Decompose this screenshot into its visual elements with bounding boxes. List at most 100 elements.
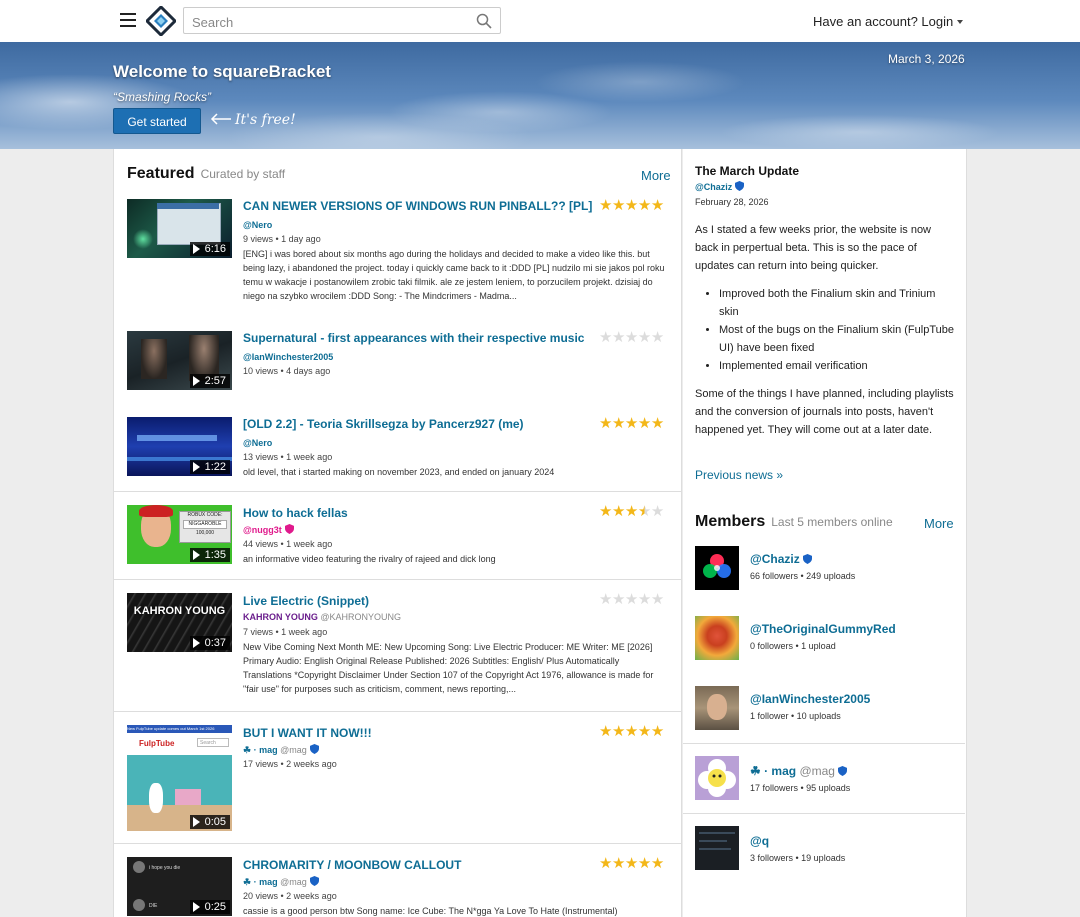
video-title[interactable]: [OLD 2.2] - Teoria Skrillsegza by Pancer… — [243, 417, 524, 431]
play-icon — [192, 244, 200, 254]
video-thumbnail[interactable]: 2:57 — [127, 331, 232, 390]
star-empty-icon: ★ — [650, 503, 664, 520]
star-half-icon: ★ — [637, 503, 651, 520]
featured-heading: Featured Curated by staff — [127, 165, 285, 183]
star-empty-icon: ★ — [599, 591, 612, 608]
avatar[interactable] — [695, 686, 739, 730]
video-author[interactable]: @IanWinchester2005 — [243, 352, 333, 362]
member-name[interactable]: @q — [750, 834, 769, 848]
banner-title: Welcome to squareBracket — [113, 62, 331, 81]
video-author[interactable]: @Nero — [243, 220, 272, 230]
video-thumbnail[interactable]: 6:16 — [127, 199, 232, 258]
star-rating: ★★★★★ — [599, 592, 664, 607]
sidebar: The March Update @Chaziz February 28, 20… — [683, 149, 967, 917]
thumbnail-glow — [133, 229, 153, 249]
star-full-icon: ★ — [624, 503, 638, 520]
arrow-left-icon — [210, 113, 231, 125]
thumbnail-person — [141, 339, 167, 379]
search-bar — [183, 7, 501, 34]
thumbnail-avatar — [133, 899, 145, 911]
menu-icon[interactable] — [120, 13, 136, 27]
avatar-line — [699, 848, 731, 850]
star-full-icon: ★ — [599, 503, 612, 520]
previous-news-link[interactable]: Previous news » — [695, 468, 783, 482]
search-input[interactable] — [190, 12, 474, 32]
video-author[interactable]: ☘ · mag @mag — [243, 876, 319, 888]
star-full-icon: ★ — [624, 723, 638, 740]
video-title[interactable]: BUT I WANT IT NOW!!! — [243, 726, 372, 740]
shield-badge-icon — [309, 744, 319, 754]
video-title[interactable]: Supernatural - first appearances with th… — [243, 331, 584, 345]
video-author[interactable]: @Nero — [243, 438, 272, 448]
star-empty-icon: ★ — [650, 329, 664, 346]
members-subtitle: Last 5 members online — [771, 515, 893, 529]
star-full-icon: ★ — [624, 415, 638, 432]
video-thumbnail[interactable]: New FulpTube update comes out March 1st … — [127, 725, 232, 831]
video-meta: 7 views • 1 week ago — [243, 627, 328, 637]
star-full-icon: ★ — [650, 723, 664, 740]
video-title[interactable]: How to hack fellas — [243, 506, 348, 520]
video-item: KAHRON YOUNG 0:37 Live Electric (Snippet… — [114, 579, 681, 712]
top-bar: Have an account? Login — [0, 0, 1080, 43]
thumbnail-text: Search — [197, 738, 229, 747]
star-rating: ★★★★★ — [599, 856, 664, 871]
news-author[interactable]: @Chaziz — [695, 181, 745, 192]
avatar[interactable] — [695, 546, 739, 590]
author-name: ☘ · mag — [243, 877, 278, 887]
video-item: New FulpTube update comes out March 1st … — [114, 711, 681, 842]
member-item: @TheOriginalGummyRed 0 followers • 1 upl… — [683, 609, 965, 679]
avatar[interactable] — [695, 756, 739, 800]
video-thumbnail[interactable]: ROBUX CODE: NIGGAROBLE 100,000 1:35 — [127, 505, 232, 564]
star-full-icon: ★ — [611, 723, 625, 740]
play-icon — [192, 376, 200, 386]
star-full-icon: ★ — [624, 855, 638, 872]
get-started-button[interactable]: Get started — [113, 108, 201, 134]
thumbnail-text: FulpTube — [139, 739, 175, 748]
login-label: Have an account? Login — [813, 14, 954, 29]
thumbnail-text: NIGGAROBLE — [183, 520, 227, 529]
login-dropdown[interactable]: Have an account? Login — [813, 14, 964, 29]
play-icon — [192, 817, 200, 827]
video-author[interactable]: ☘ · mag @mag — [243, 744, 319, 756]
video-description: New Vibe Coming Next Month ME: New Upcom… — [243, 642, 654, 694]
featured-more-link[interactable]: More — [641, 168, 671, 183]
video-thumbnail[interactable]: KAHRON YOUNG 0:37 — [127, 593, 232, 652]
search-icon[interactable] — [476, 13, 492, 29]
avatar[interactable] — [695, 616, 739, 660]
video-meta: 10 views • 4 days ago — [243, 366, 331, 376]
star-full-icon: ★ — [611, 855, 625, 872]
member-stats: 1 follower • 10 uploads — [750, 711, 841, 721]
member-name[interactable]: @Chaziz — [750, 552, 812, 566]
site-logo[interactable] — [146, 6, 176, 36]
duration-badge: 6:16 — [189, 242, 230, 256]
duration-badge: 2:57 — [189, 374, 230, 388]
video-thumbnail[interactable]: i hope you die DIE 0:25 — [127, 857, 232, 916]
duration-badge: 0:25 — [189, 900, 230, 914]
duration-badge: 0:37 — [189, 636, 230, 650]
member-name[interactable]: @TheOriginalGummyRed — [750, 622, 896, 636]
members-more-link[interactable]: More — [924, 516, 954, 531]
avatar[interactable] — [695, 826, 739, 870]
video-title[interactable]: CHROMARITY / MOONBOW CALLOUT — [243, 858, 461, 872]
video-title[interactable]: CAN NEWER VERSIONS OF WINDOWS RUN PINBAL… — [243, 199, 592, 213]
member-name[interactable]: @IanWinchester2005 — [750, 692, 870, 706]
star-empty-icon: ★ — [637, 591, 651, 608]
video-title[interactable]: Live Electric (Snippet) — [243, 594, 369, 608]
star-rating: ★★★★★ — [599, 724, 664, 739]
news-bullet: Improved both the Finalium skin and Trin… — [719, 285, 957, 321]
video-meta: 20 views • 2 weeks ago — [243, 891, 337, 901]
duration-badge: 1:22 — [189, 460, 230, 474]
video-author[interactable]: @nugg3t — [243, 524, 294, 535]
author-name: @Chaziz — [695, 182, 733, 192]
star-full-icon: ★ — [599, 197, 612, 214]
member-handle: @Chaziz — [750, 552, 800, 566]
member-item: @q 3 followers • 19 uploads — [683, 813, 965, 884]
member-name[interactable]: ☘ · mag @mag — [750, 764, 847, 778]
duration: 1:22 — [204, 461, 226, 473]
video-thumbnail[interactable]: 1:22 — [127, 417, 232, 476]
duration: 0:25 — [204, 901, 226, 913]
video-author[interactable]: KAHRON YOUNG @KAHRONYOUNG — [243, 612, 401, 622]
author-name: @nugg3t — [243, 525, 282, 535]
star-full-icon: ★ — [599, 723, 612, 740]
thumbnail-text: DIE — [149, 903, 158, 909]
